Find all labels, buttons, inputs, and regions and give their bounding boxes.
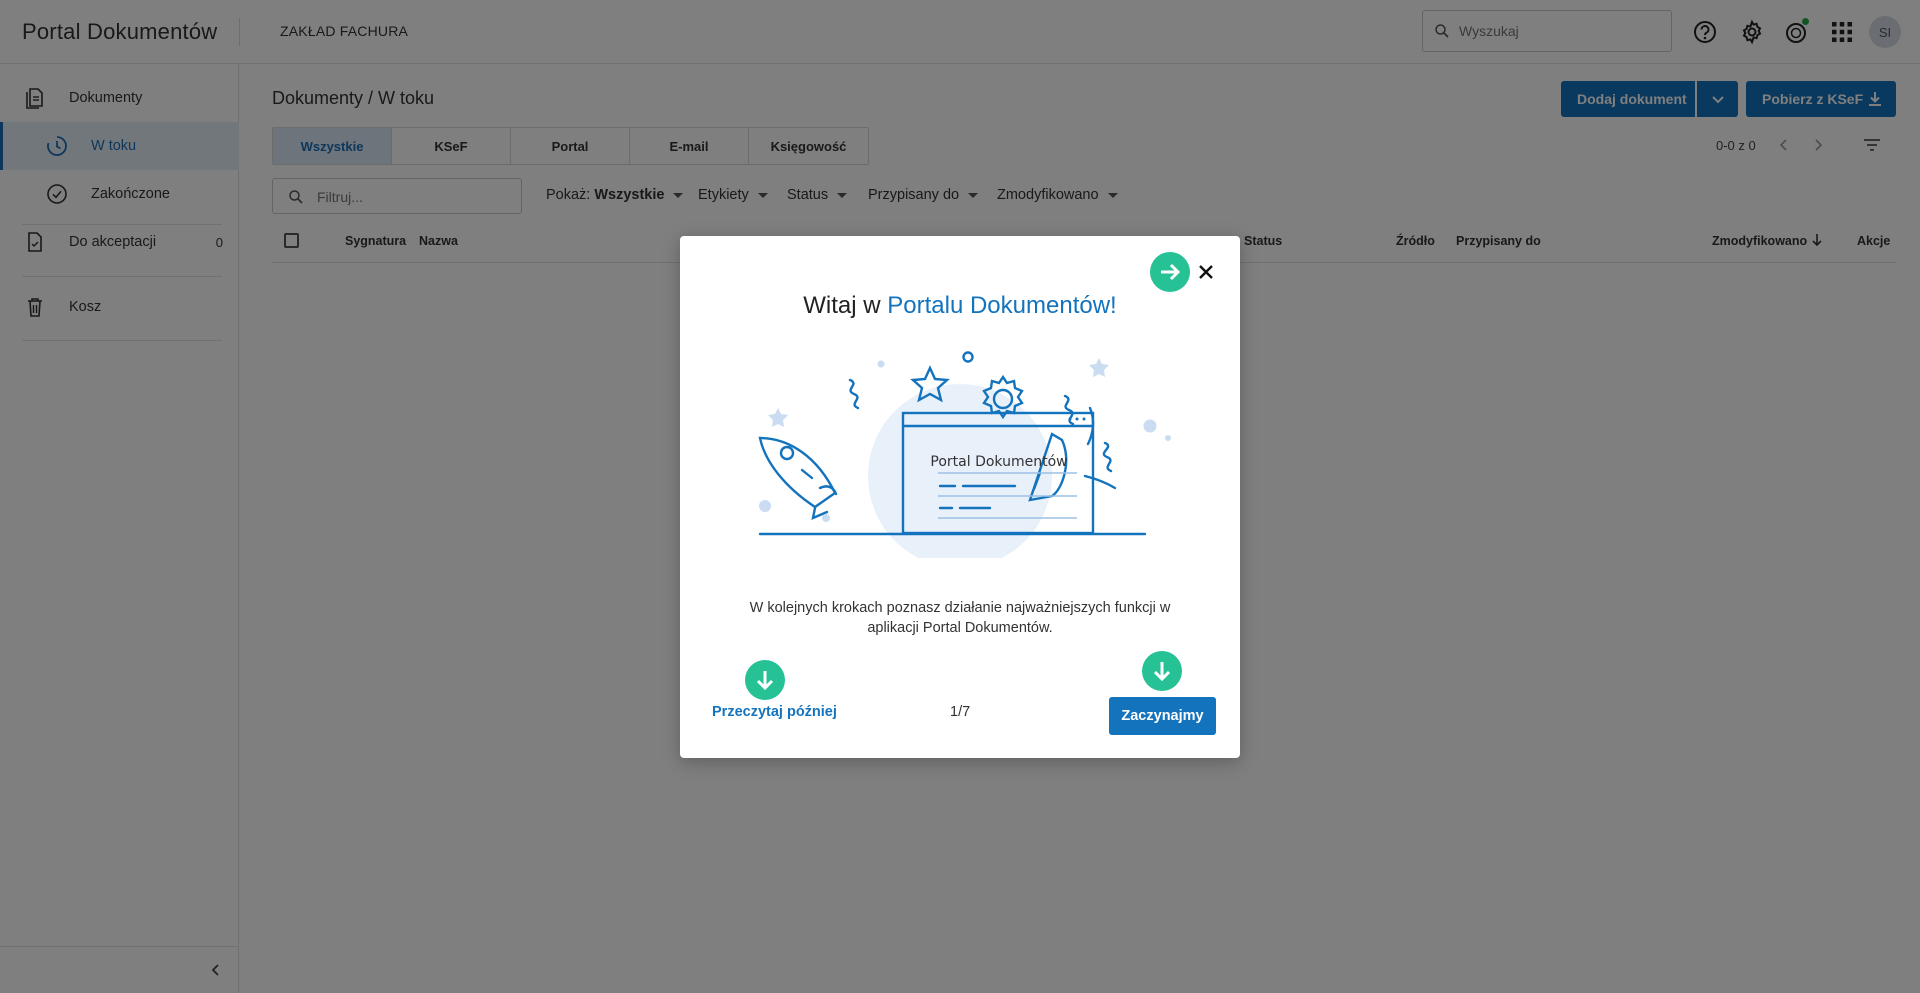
read-later-link[interactable]: Przeczytaj później (712, 704, 837, 720)
start-button[interactable]: Zaczynajmy (1109, 697, 1216, 735)
hint-arrow-down-icon (745, 660, 785, 700)
welcome-modal: Witaj w Portalu Dokumentów! Portal Dokum… (680, 236, 1240, 758)
illustration-caption: Portal Dokumentów (930, 454, 1067, 470)
modal-title-prefix: Witaj w (803, 292, 888, 319)
hint-arrow-right-icon (1150, 252, 1190, 292)
welcome-illustration: Portal Dokumentów (758, 351, 1171, 558)
modal-title-accent: Portalu Dokumentów! (887, 292, 1117, 319)
modal-body-text: W kolejnych krokach poznasz działanie na… (749, 600, 1171, 636)
close-icon[interactable] (1192, 258, 1220, 286)
step-indicator-text: 1/7 (950, 704, 971, 720)
hint-arrow-down-icon (1142, 651, 1182, 691)
modal-title: Witaj w Portalu Dokumentów! (680, 292, 1240, 320)
